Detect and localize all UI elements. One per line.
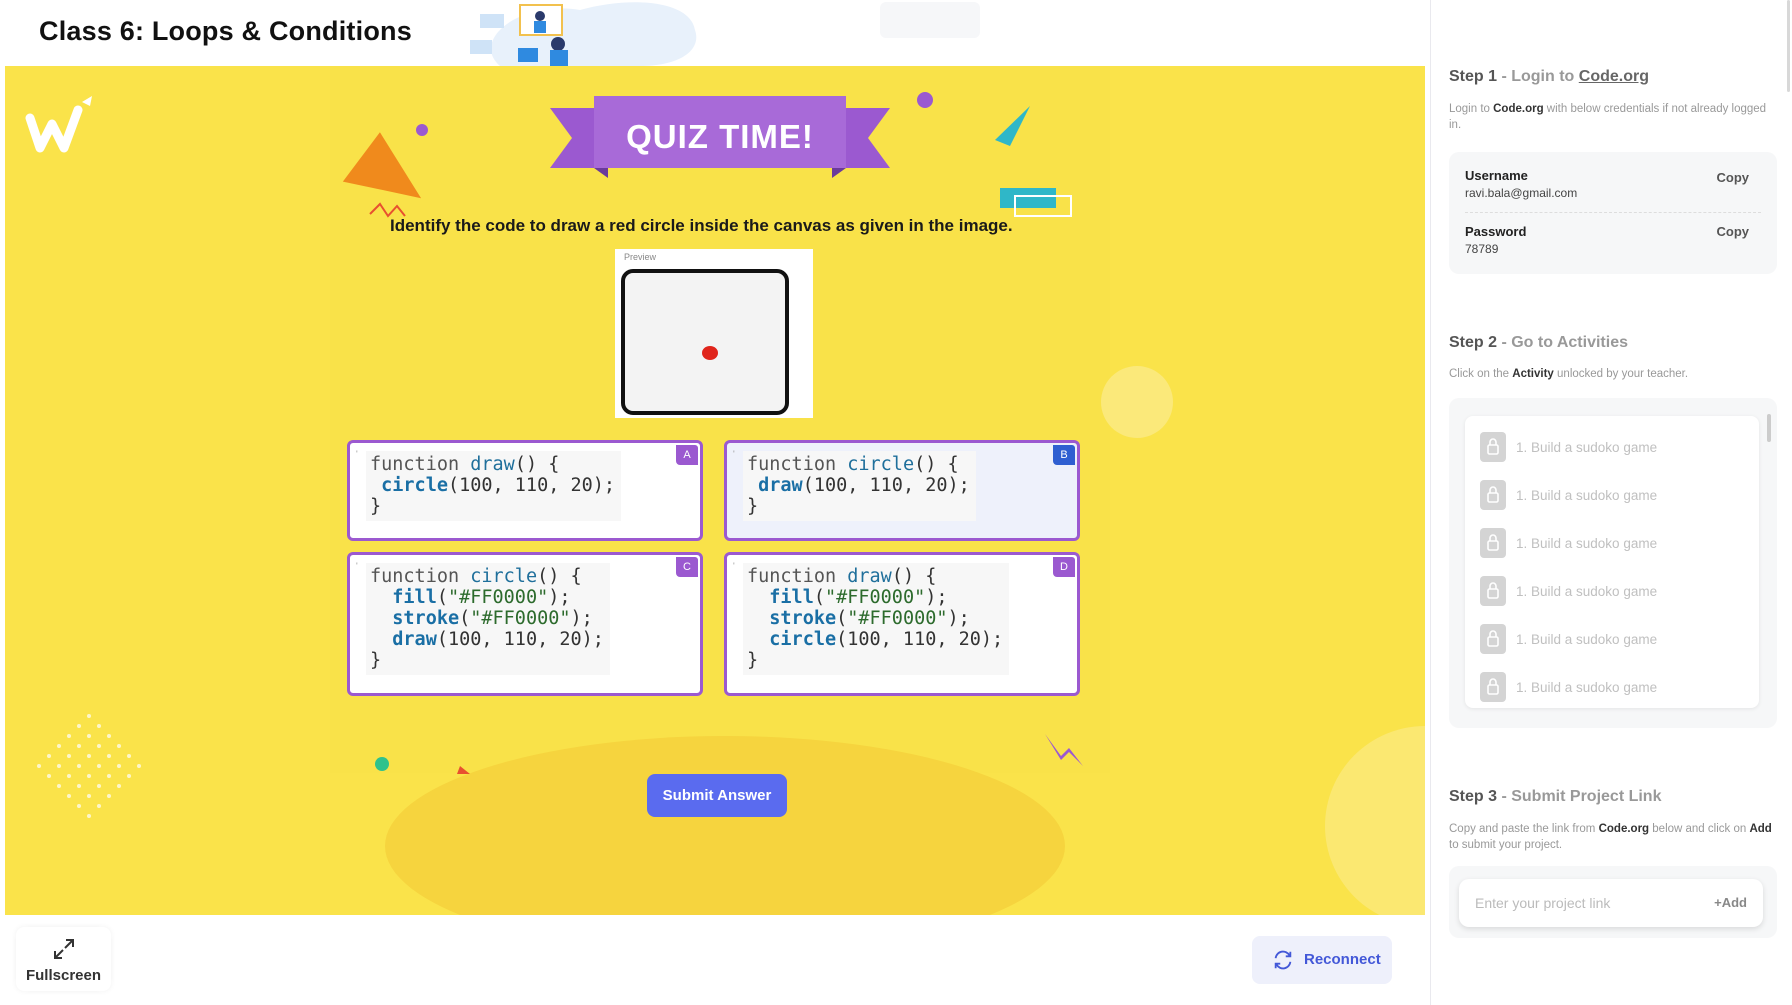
reconnect-label: Reconnect [1304, 951, 1381, 968]
code-corner-mark: ' [733, 449, 735, 459]
activity-label: 1. Build a sudoko game [1516, 584, 1658, 599]
step1-title-text: - Login to [1497, 68, 1579, 85]
quiz-stage: QUIZ TIME! Identify the code to draw a r… [5, 66, 1425, 915]
step3-description: Copy and paste the link from Code.org be… [1449, 821, 1779, 853]
step2-number: Step 2 [1449, 334, 1498, 351]
option-a-code: function draw() { circle(100, 110, 20); … [366, 451, 622, 521]
refresh-icon [1274, 950, 1292, 970]
lock-icon [1480, 432, 1506, 462]
lock-icon [1480, 624, 1506, 654]
activity-label: 1. Build a sudoko game [1516, 536, 1658, 551]
lock-icon [1480, 528, 1506, 558]
option-c-badge: C [676, 557, 698, 577]
step3-desc-post: to submit your project. [1449, 839, 1563, 851]
option-d-badge: D [1053, 557, 1075, 577]
activity-item[interactable]: 1. Build a sudoko game [1480, 528, 1740, 558]
activity-item[interactable]: 1. Build a sudoko game [1480, 480, 1740, 510]
copy-password-button[interactable]: Copy [1717, 224, 1750, 239]
quiz-title-banner: QUIZ TIME! [550, 94, 890, 184]
top-header: Class 6: Loops & Conditions [0, 0, 1430, 66]
activity-label: 1. Build a sudoko game [1516, 632, 1658, 647]
reconnect-button[interactable]: Reconnect [1252, 936, 1392, 984]
add-link-button[interactable]: +Add [1714, 895, 1747, 910]
activity-item[interactable]: 1. Build a sudoko game [1480, 432, 1740, 462]
expand-icon [54, 939, 74, 959]
password-value: 78789 [1465, 242, 1499, 256]
code-corner-mark: ' [356, 449, 358, 459]
fullscreen-button[interactable]: Fullscreen [16, 927, 111, 991]
activities-list: 1. Build a sudoko game 1. Build a sudoko… [1465, 416, 1759, 708]
option-b[interactable]: ' function circle() { draw(100, 110, 20)… [724, 440, 1080, 541]
activities-box: 1. Build a sudoko game 1. Build a sudoko… [1449, 398, 1777, 728]
username-value: ravi.bala@gmail.com [1465, 186, 1578, 200]
activities-scrollbar[interactable] [1767, 414, 1771, 442]
project-link-input[interactable]: Enter your project link +Add [1459, 879, 1763, 927]
activity-label: 1. Build a sudoko game [1516, 680, 1658, 695]
step2-title: Step 2 - Go to Activities [1449, 334, 1628, 352]
credentials-box: Username ravi.bala@gmail.com Copy Passwo… [1449, 152, 1777, 274]
credentials-divider [1465, 212, 1761, 213]
step3-desc-add: Add [1749, 823, 1772, 835]
instructions-sidebar: Step 1 - Login to Code.org Login to Code… [1430, 0, 1792, 1005]
lock-icon [1480, 672, 1506, 702]
preview-canvas [621, 269, 789, 415]
option-b-code: function circle() { draw(100, 110, 20); … [743, 451, 976, 521]
activity-item[interactable]: 1. Build a sudoko game [1480, 624, 1740, 654]
step3-number: Step 3 [1449, 788, 1498, 805]
option-d-code: function draw() { fill("#FF0000"); strok… [743, 563, 1010, 675]
step3-title: Step 3 - Submit Project Link [1449, 788, 1661, 806]
step1-title: Step 1 - Login to Code.org [1449, 68, 1649, 86]
step3-title-text: - Submit Project Link [1497, 788, 1662, 805]
step2-title-text: - Go to Activities [1497, 334, 1628, 351]
activity-label: 1. Build a sudoko game [1516, 488, 1658, 503]
activity-item[interactable]: 1. Build a sudoko game [1480, 672, 1740, 702]
username-label: Username [1465, 168, 1528, 183]
step1-description: Login to Code.org with below credentials… [1449, 101, 1779, 133]
step2-desc-bold: Activity [1512, 368, 1554, 380]
code-corner-mark: ' [356, 561, 358, 571]
password-label: Password [1465, 224, 1527, 239]
header-placeholder [880, 2, 980, 38]
red-circle [702, 346, 718, 360]
header-illustration [470, 2, 697, 66]
preview-panel: Preview [615, 249, 813, 418]
step3-desc-mid: below and click on [1649, 823, 1750, 835]
sidebar-scrollbar[interactable] [1787, 0, 1790, 92]
activity-item[interactable]: 1. Build a sudoko game [1480, 576, 1740, 606]
quiz-banner-text: QUIZ TIME! [626, 118, 814, 155]
activity-label: 1. Build a sudoko game [1516, 440, 1658, 455]
step2-description: Click on the Activity unlocked by your t… [1449, 366, 1779, 382]
step1-desc-site: Code.org [1493, 103, 1544, 115]
step1-desc-pre: Login to [1449, 103, 1494, 115]
project-link-box: Enter your project link +Add [1449, 866, 1777, 938]
lock-icon [1480, 480, 1506, 510]
class-title: Class 6: Loops & Conditions [39, 16, 412, 46]
option-b-badge: B [1053, 445, 1075, 465]
option-a[interactable]: ' function draw() { circle(100, 110, 20)… [347, 440, 703, 541]
preview-label: Preview [624, 252, 657, 262]
code-corner-mark: ' [733, 561, 735, 571]
step2-desc-post: unlocked by your teacher. [1553, 368, 1689, 380]
code-org-link[interactable]: Code.org [1579, 68, 1649, 85]
lock-icon [1480, 576, 1506, 606]
brand-logo [25, 96, 92, 153]
step2-desc-pre: Click on the [1449, 368, 1513, 380]
option-c-code: function circle() { fill("#FF0000"); str… [366, 563, 610, 675]
copy-username-button[interactable]: Copy [1717, 170, 1750, 185]
option-d[interactable]: ' function draw() { fill("#FF0000"); str… [724, 552, 1080, 696]
question-text: Identify the code to draw a red circle i… [390, 216, 1013, 235]
step3-desc-site: Code.org [1598, 823, 1650, 835]
submit-answer-button[interactable]: Submit Answer [647, 774, 787, 817]
option-a-badge: A [676, 445, 698, 465]
step3-desc-pre: Copy and paste the link from [1449, 823, 1599, 835]
option-c[interactable]: ' function circle() { fill("#FF0000"); s… [347, 552, 703, 696]
project-link-placeholder: Enter your project link [1475, 895, 1611, 911]
fullscreen-label: Fullscreen [25, 967, 102, 984]
step1-number: Step 1 [1449, 68, 1498, 85]
